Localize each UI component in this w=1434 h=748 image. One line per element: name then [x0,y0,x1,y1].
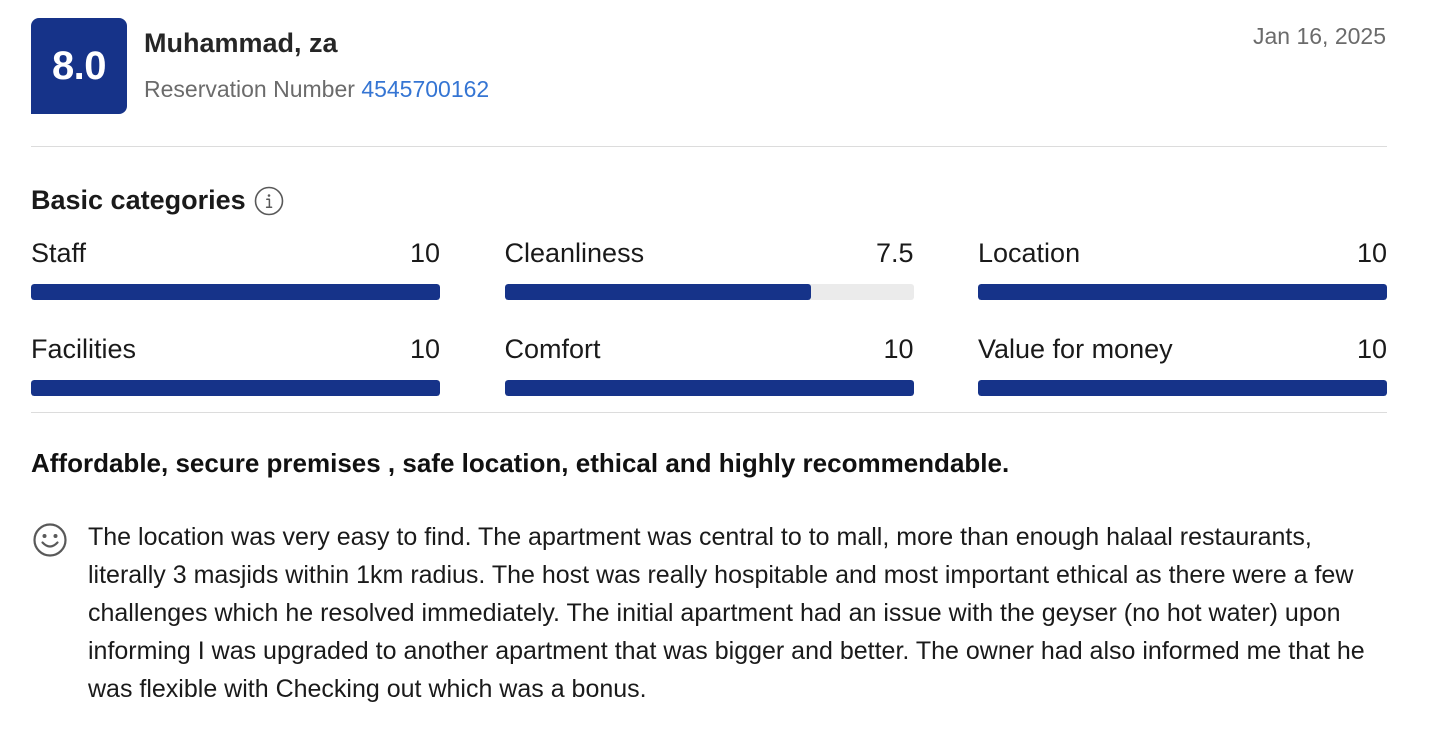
category-score: 10 [1356,238,1387,268]
category-comfort: Comfort 10 [504,334,914,430]
category-value-for-money: Value for money 10 [978,334,1387,430]
review-card: 8.0 Muhammad, za Reservation Number 4545… [0,0,1434,748]
category-score: 10 [883,334,914,364]
review-title: Affordable, secure premises , safe locat… [31,448,1010,478]
category-score: 10 [409,334,440,364]
category-bar-track [978,380,1387,396]
review-positive-section: The location was very easy to find. The … [32,518,1392,708]
category-score: 10 [1356,334,1387,364]
category-bar-track [504,380,914,396]
review-date: Jan 16, 2025 [1252,23,1386,49]
reservation-label: Reservation Number [144,76,355,102]
divider [31,412,1387,413]
category-bar-fill [504,380,914,396]
category-staff: Staff 10 [31,238,440,334]
category-bar-fill [31,284,440,300]
category-label: Location [978,238,1081,268]
category-bar-fill [978,380,1387,396]
category-label: Value for money [978,334,1173,364]
reviewer-name: Muhammad, za [144,28,338,58]
review-score-badge: 8.0 [31,18,127,114]
info-icon[interactable] [254,186,284,216]
reservation-number-link[interactable]: 4545700162 [361,76,489,102]
category-bar-fill [978,284,1387,300]
category-bar-fill [504,284,812,300]
category-label: Cleanliness [504,238,645,268]
review-positive-text: The location was very easy to find. The … [88,523,1365,703]
category-label: Staff [31,238,87,268]
category-cleanliness: Cleanliness 7.5 [504,238,914,334]
category-label: Comfort [504,334,601,364]
category-score: 7.5 [875,238,914,268]
category-score: 10 [409,238,440,268]
divider [31,146,1387,147]
category-bar-track [504,284,914,300]
category-bar-track [31,380,440,396]
category-bar-fill [31,380,440,396]
category-label: Facilities [31,334,137,364]
categories-grid: Staff 10 Cleanliness 7.5 Location 10 Fac… [31,238,1387,430]
category-location: Location 10 [978,238,1387,334]
smiley-face-icon [33,523,67,557]
categories-heading-text: Basic categories [31,185,246,215]
categories-heading: Basic categories [31,185,284,216]
category-facilities: Facilities 10 [31,334,440,430]
category-bar-track [31,284,440,300]
category-bar-track [978,284,1387,300]
reservation-info: Reservation Number 4545700162 [144,76,489,103]
